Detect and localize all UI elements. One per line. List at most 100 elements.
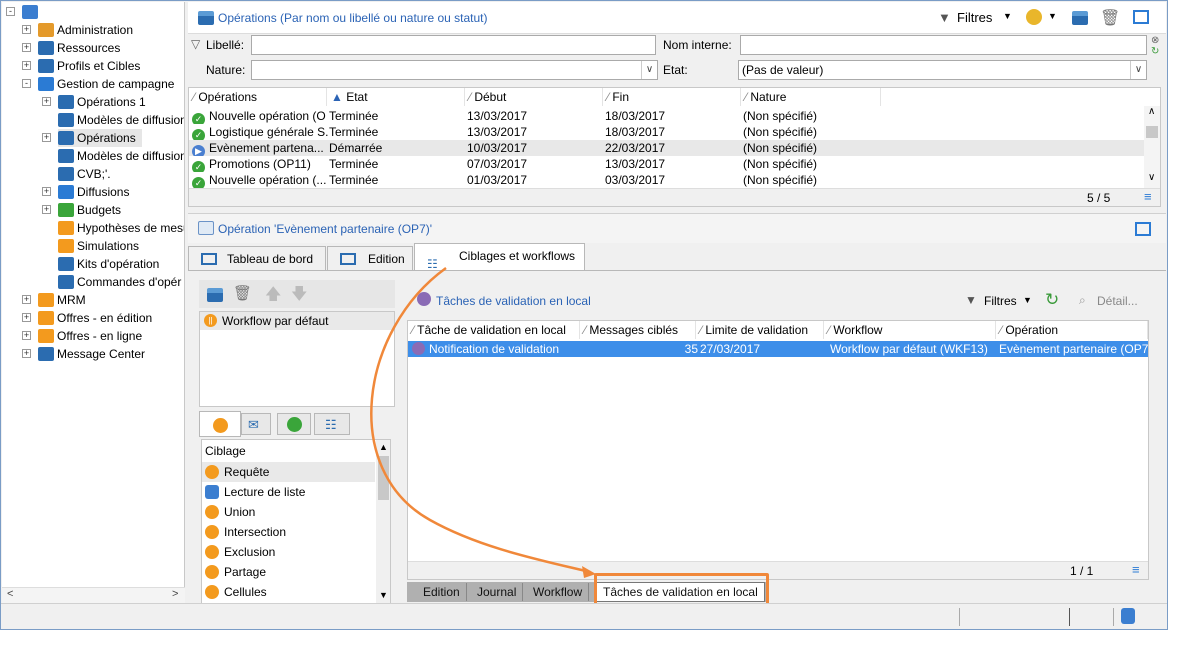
scrollbar-thumb[interactable] [1146,126,1158,138]
refresh-filter-icon[interactable]: ↻ [1151,46,1159,57]
activity-item[interactable]: Exclusion [202,542,375,562]
detail-button[interactable]: Détail... [1097,294,1138,308]
operations-scrollbar[interactable]: ∧ ∨ [1144,106,1160,188]
scroll-down-icon[interactable]: ▼ [379,590,388,600]
column-header[interactable]: ⁄ Messages ciblés [580,321,696,339]
expand-icon[interactable]: + [42,205,51,214]
column-header[interactable]: ⁄ Fin [603,88,741,106]
tree-item[interactable]: Gestion de campagne [38,75,174,93]
palette-tab-flow-control[interactable] [277,413,311,435]
tree-item[interactable]: Message Center [38,345,145,363]
bottom-tab-edition[interactable]: Edition [417,583,467,601]
nature-select[interactable]: ∨ [251,60,658,80]
tree-item[interactable]: Commandes d'opér [58,273,181,291]
column-header[interactable]: ⁄ Tâche de validation en local [408,321,580,339]
magnifier-icon[interactable]: ⌕ [1079,293,1086,308]
filters-button[interactable]: Filtres [957,10,992,25]
table-row[interactable]: ▶ Evènement partena... Démarrée 10/03/2017 2… [189,140,1144,156]
workflow-list[interactable]: || Workflow par défaut [199,311,395,407]
activity-item[interactable]: Intersection [202,522,375,542]
delete-icon[interactable]: 🗑 [233,284,252,302]
actions-icon[interactable] [1026,9,1042,25]
tree-item[interactable] [22,3,41,21]
activity-item[interactable]: Cellules [202,582,375,602]
table-row[interactable]: ✓ Nouvelle opération (O Terminée 13/03/2017… [189,108,1144,124]
refresh-icon[interactable]: ↻ [1045,290,1059,310]
workflow-item[interactable]: || Workflow par défaut [200,312,394,330]
tab-ciblages-et-workflows[interactable]: ☷ Ciblages et workflows [414,243,585,271]
tree-item[interactable]: Budgets [58,201,121,219]
table-row[interactable]: Notification de validation 35 27/03/2017 Wo… [408,341,1148,357]
scroll-right-icon[interactable]: > [172,588,178,600]
tree-item[interactable]: Ressources [38,39,120,57]
tree-item[interactable]: Simulations [58,237,139,255]
activity-item[interactable]: Lecture de liste [202,482,375,502]
scroll-down-icon[interactable]: ∨ [1148,172,1155,183]
tree-item[interactable]: Modèles de diffusion [58,111,184,129]
move-down-icon[interactable]: 🡇 [291,283,307,310]
activity-palette[interactable]: Ciblage ▲ ▼ Requête Lecture de liste Union… [201,439,391,604]
chevron-down-icon[interactable]: ∨ [641,61,657,79]
scroll-up-icon[interactable]: ∧ [1148,106,1155,117]
scrollbar-thumb[interactable] [378,456,389,500]
list-menu-icon[interactable]: ≡ [1144,189,1152,204]
column-header[interactable]: ▲ Etat [327,88,465,106]
tree-item[interactable]: Offres - en ligne [38,327,142,345]
tree-horizontal-scrollbar[interactable]: < > [2,587,185,603]
maximize-icon[interactable] [1135,222,1151,236]
tab-edition[interactable]: Edition [327,246,413,270]
tree-item[interactable]: Hypothèses de mesu [58,219,184,237]
operations-grid[interactable]: ⁄ Opérations ▲ Etat ⁄ Début ⁄ Fin ⁄ Nature ✓ N… [188,87,1161,207]
column-header[interactable]: ⁄ Limite de validation [696,321,824,339]
column-header[interactable]: ⁄ Workflow [824,321,996,339]
scroll-up-icon[interactable]: ▲ [379,442,388,452]
tree-item[interactable]: Kits d'opération [58,255,159,273]
chevron-down-icon[interactable]: ∨ [1130,61,1146,79]
expand-icon[interactable]: + [42,97,51,106]
new-workflow-icon[interactable] [207,288,223,302]
table-row[interactable]: ✓ Nouvelle opération (... Terminée 01/03/20… [189,172,1144,188]
activity-item[interactable]: Partage [202,562,375,582]
tree-item[interactable]: Opérations 1 [58,93,146,111]
filters-dropdown-icon[interactable]: ▼ [1023,295,1032,305]
tree-item[interactable]: Profils et Cibles [38,57,140,75]
scroll-left-icon[interactable]: < [7,588,13,600]
delete-icon[interactable]: 🗑 [1100,8,1120,28]
funnel-icon[interactable]: ▼ [938,10,951,25]
collapse-icon[interactable]: - [6,7,15,16]
activity-item[interactable]: Union [202,502,375,522]
expand-icon[interactable]: + [22,295,31,304]
tree-item[interactable]: Opérations [58,129,142,147]
tree-item[interactable]: Offres - en édition [38,309,152,327]
collapse-icon[interactable]: - [22,79,31,88]
table-row[interactable]: ✓ Promotions (OP11) Terminée 07/03/2017 13/0… [189,156,1144,172]
activity-item[interactable]: Requête [202,462,375,482]
expand-icon[interactable]: + [22,331,31,340]
expand-icon[interactable]: + [42,187,51,196]
tasks-grid[interactable]: ⁄ Tâche de validation en local ⁄ Messages… [407,320,1149,580]
bottom-tab-workflow[interactable]: Workflow [527,583,590,601]
tree-item[interactable]: Diffusions [58,183,129,201]
palette-scrollbar[interactable]: ▲ ▼ [376,440,390,603]
expand-icon[interactable]: + [22,61,31,70]
tree-item[interactable]: Modèles de diffusion [58,147,184,165]
clear-filter-icon[interactable]: ⊗ [1151,35,1159,46]
column-header[interactable]: ⁄ Début [465,88,603,106]
column-header[interactable]: ⁄ Opérations [189,88,327,106]
filters-dropdown-icon[interactable]: ▼ [1003,11,1012,21]
funnel-icon[interactable]: ▼ [965,293,977,307]
palette-tab-channels[interactable]: ✉ [241,413,271,435]
libelle-input[interactable] [251,35,656,55]
tab-tableau-de-bord[interactable]: Tableau de bord [188,246,326,270]
tree-item[interactable]: CVB;'. [58,165,111,183]
tree-item[interactable]: MRM [38,291,86,309]
list-menu-icon[interactable]: ≡ [1132,562,1140,577]
expand-icon[interactable]: + [42,133,51,142]
column-header[interactable]: ⁄ Opération [996,321,1148,339]
database-icon[interactable] [1121,608,1135,624]
etat-select[interactable]: (Pas de valeur) ∨ [738,60,1147,80]
table-row[interactable]: ✓ Logistique générale S. Terminée 13/03/201… [189,124,1144,140]
maximize-icon[interactable] [1133,10,1149,24]
expand-icon[interactable]: + [22,349,31,358]
navigation-tree[interactable]: - + Administration + Ressources + Profils et C… [2,2,185,587]
